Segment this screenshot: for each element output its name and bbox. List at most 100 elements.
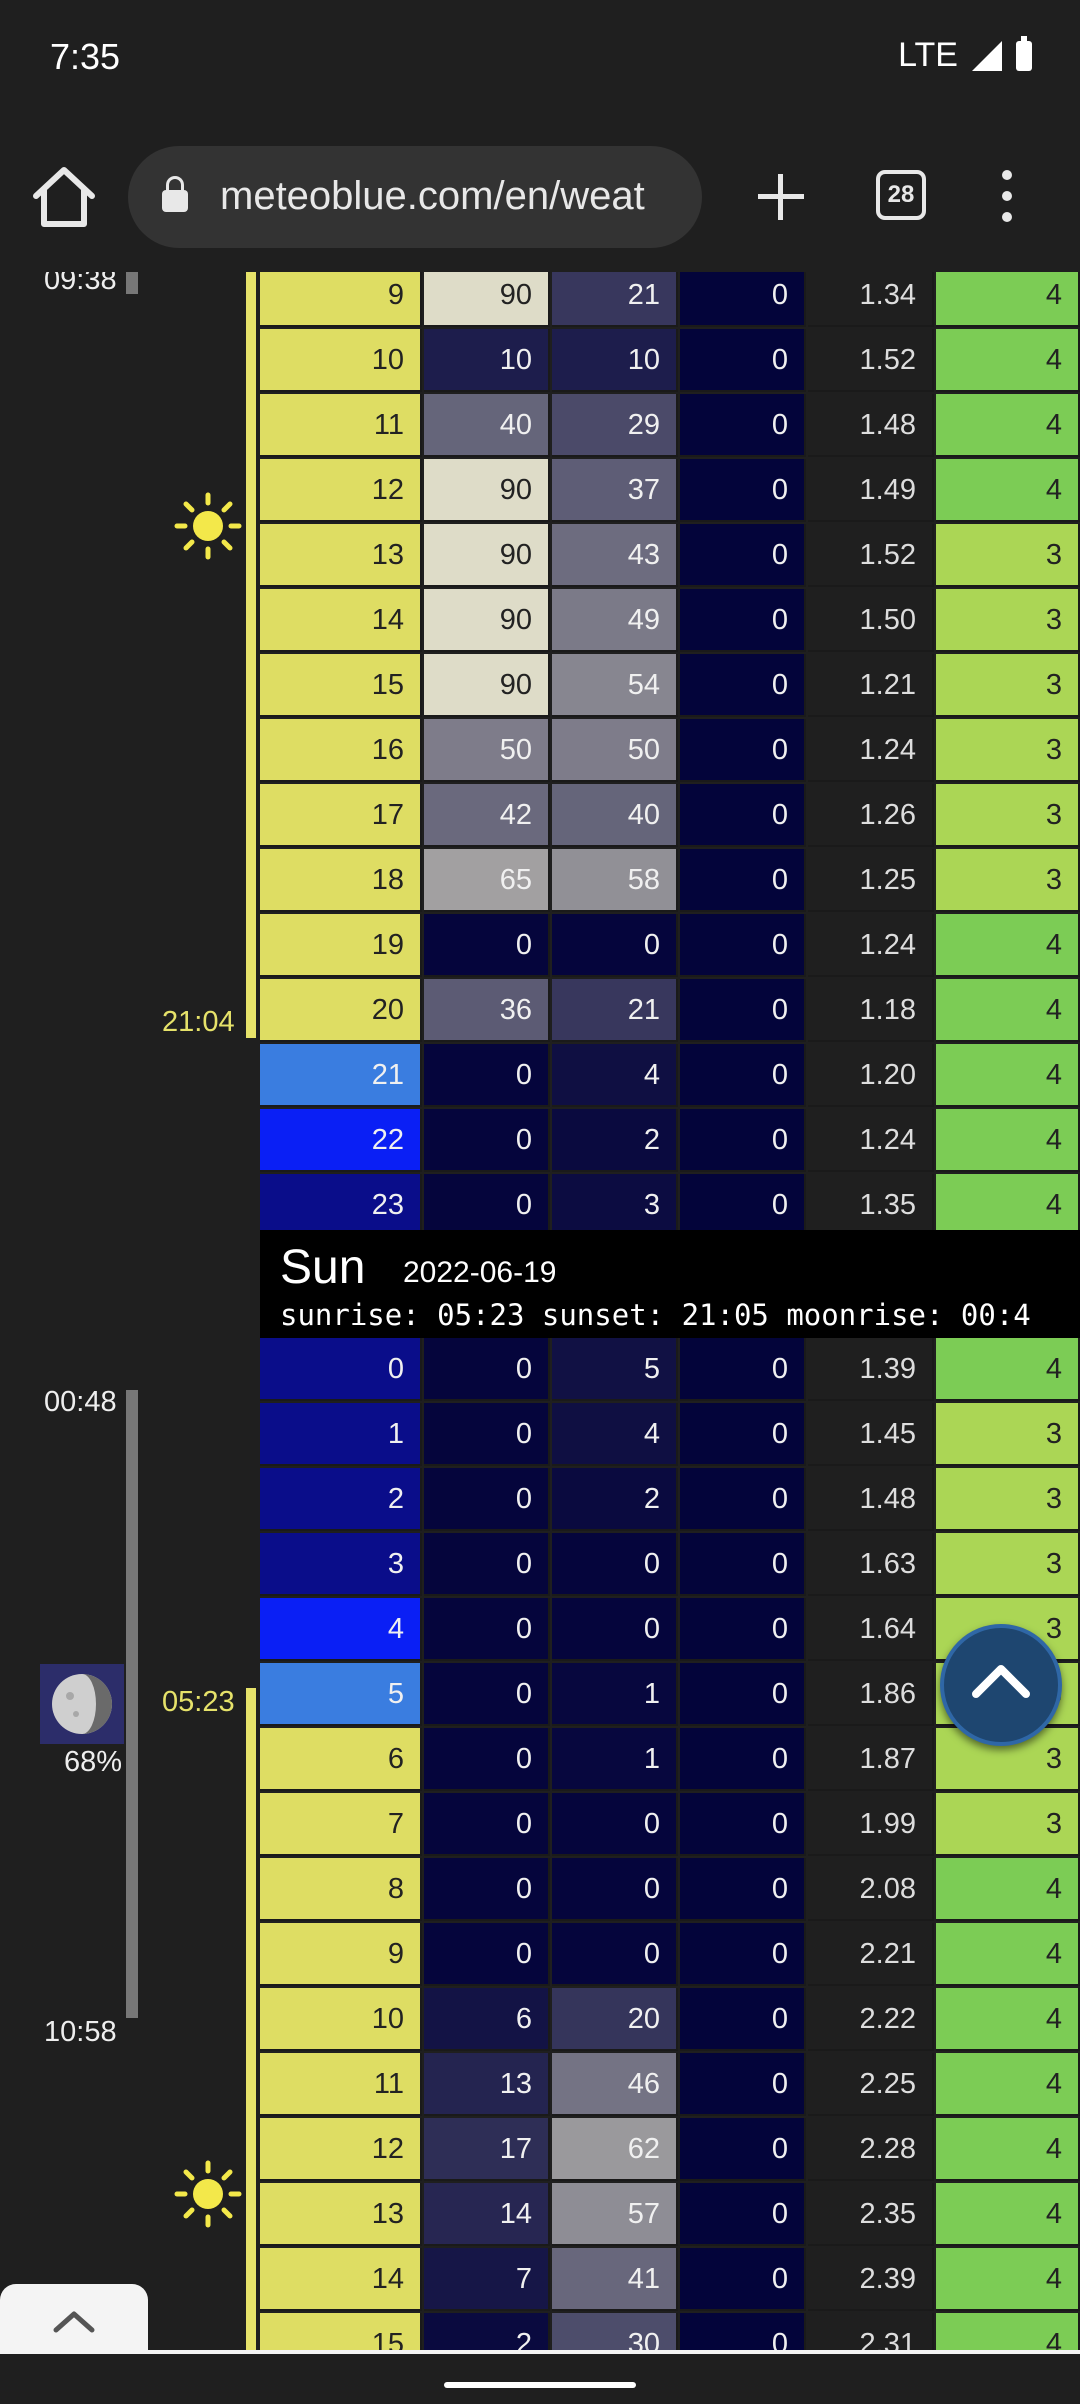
- table-cell-c1: 7: [424, 2248, 550, 2311]
- table-cell-c3: 0: [680, 524, 806, 587]
- home-button[interactable]: [26, 162, 102, 232]
- network-label: LTE: [898, 36, 958, 74]
- table-cell-c3: 0: [680, 654, 806, 717]
- table-cell-hour: 10: [260, 1988, 422, 2051]
- table-cell-c5: 3: [936, 784, 1080, 847]
- table-cell-c3: 0: [680, 2313, 806, 2350]
- table-cell-c5: 3: [936, 849, 1080, 912]
- table-cell-c2: 0: [552, 1533, 678, 1596]
- table-cell-c3: 0: [680, 719, 806, 782]
- table-cell-c1: 0: [424, 1174, 550, 1237]
- table-cell-c5: 4: [936, 979, 1080, 1042]
- table-cell-c1: 0: [424, 1338, 550, 1401]
- table-cell-c3: 0: [680, 1533, 806, 1596]
- table-cell-c2: 40: [552, 784, 678, 847]
- table-cell-c4: 1.50: [808, 589, 934, 652]
- table-cell-c4: 1.24: [808, 1109, 934, 1172]
- table-cell-c1: 10: [424, 329, 550, 392]
- table-cell-hour: 16: [260, 719, 422, 782]
- table-cell-hour: 3: [260, 1533, 422, 1596]
- more-menu-button[interactable]: [992, 168, 1022, 224]
- table-cell-c5: 3: [936, 654, 1080, 717]
- table-cell-hour: 11: [260, 2053, 422, 2116]
- table-row: 14 90 49 0 1.50 3: [260, 589, 1080, 654]
- table-cell-c1: 14: [424, 2183, 550, 2246]
- table-cell-c2: 54: [552, 654, 678, 717]
- table-cell-c3: 0: [680, 1174, 806, 1237]
- table-cell-c5: 3: [936, 719, 1080, 782]
- table-cell-c2: 2: [552, 1109, 678, 1172]
- bottom-sheet-toggle[interactable]: [0, 2284, 148, 2354]
- table-cell-c3: 0: [680, 272, 806, 327]
- table-cell-hour: 15: [260, 654, 422, 717]
- table-cell-c1: 90: [424, 654, 550, 717]
- system-nav-bar: [0, 2350, 1080, 2404]
- moonset-time: 10:58: [44, 2016, 117, 2048]
- table-row: 17 42 40 0 1.26 3: [260, 784, 1080, 849]
- table-cell-c4: 2.21: [808, 1923, 934, 1986]
- table-row: 3 0 0 0 1.63 3: [260, 1533, 1080, 1598]
- table-cell-c1: 50: [424, 719, 550, 782]
- table-cell-c2: 2: [552, 1468, 678, 1531]
- table-cell-c2: 57: [552, 2183, 678, 2246]
- table-cell-c1: 42: [424, 784, 550, 847]
- table-row: 9 90 21 0 1.34 4: [260, 272, 1080, 329]
- table-cell-c4: 2.28: [808, 2118, 934, 2181]
- table-cell-c5: 4: [936, 272, 1080, 327]
- table-cell-c2: 50: [552, 719, 678, 782]
- table-cell-c4: 1.64: [808, 1598, 934, 1661]
- table-cell-c2: 49: [552, 589, 678, 652]
- table-cell-c1: 0: [424, 1663, 550, 1726]
- table-cell-c4: 1.26: [808, 784, 934, 847]
- sun-icon: [174, 2160, 242, 2228]
- table-cell-c2: 20: [552, 1988, 678, 2051]
- table-cell-c4: 1.52: [808, 329, 934, 392]
- table-row: 12 17 62 0 2.28 4: [260, 2118, 1080, 2183]
- moon-phase-icon: [40, 1664, 124, 1744]
- scroll-to-top-button[interactable]: [940, 1624, 1062, 1746]
- sunset-time: 21:04: [162, 1006, 235, 1038]
- table-row: 21 0 4 0 1.20 4: [260, 1044, 1080, 1109]
- table-cell-c5: 3: [936, 1403, 1080, 1466]
- table-cell-c5: 4: [936, 1109, 1080, 1172]
- new-tab-button[interactable]: [750, 166, 810, 226]
- table-cell-c2: 0: [552, 1858, 678, 1921]
- moonrise-time: 00:48: [44, 1386, 117, 1418]
- table-row: 15 90 54 0 1.21 3: [260, 654, 1080, 719]
- battery-icon: [1016, 35, 1032, 71]
- table-cell-c1: 0: [424, 1858, 550, 1921]
- table-cell-c3: 0: [680, 1403, 806, 1466]
- table-cell-c1: 0: [424, 1044, 550, 1107]
- table-cell-c1: 13: [424, 2053, 550, 2116]
- table-cell-c4: 1.35: [808, 1174, 934, 1237]
- table-cell-c1: 2: [424, 2313, 550, 2350]
- table-cell-c4: 1.87: [808, 1728, 934, 1791]
- moon-visibility-bar: [126, 1390, 138, 2018]
- table-cell-c3: 0: [680, 2118, 806, 2181]
- tab-switcher-button[interactable]: 28: [876, 170, 926, 220]
- table-row: 11 13 46 0 2.25 4: [260, 2053, 1080, 2118]
- table-cell-c5: 4: [936, 1338, 1080, 1401]
- table-cell-c3: 0: [680, 1109, 806, 1172]
- table-cell-c2: 21: [552, 272, 678, 327]
- table-cell-c1: 0: [424, 1793, 550, 1856]
- table-cell-c1: 90: [424, 272, 550, 327]
- table-cell-hour: 18: [260, 849, 422, 912]
- table-cell-c5: 4: [936, 329, 1080, 392]
- table-cell-hour: 23: [260, 1174, 422, 1237]
- table-cell-hour: 2: [260, 1468, 422, 1531]
- forecast-content[interactable]: 09:38 21:04 00:48 05:23 68% 10:58 9 90 2…: [0, 272, 1080, 2350]
- table-cell-c5: 4: [936, 2053, 1080, 2116]
- chevron-up-icon: [53, 2311, 95, 2333]
- table-cell-hour: 10: [260, 329, 422, 392]
- gesture-handle[interactable]: [444, 2382, 636, 2388]
- address-bar[interactable]: meteoblue.com/en/weat: [128, 146, 702, 248]
- table-cell-hour: 4: [260, 1598, 422, 1661]
- table-cell-c5: 4: [936, 459, 1080, 522]
- table-cell-c1: 0: [424, 1468, 550, 1531]
- table-cell-c4: 1.21: [808, 654, 934, 717]
- table-cell-c4: 1.63: [808, 1533, 934, 1596]
- table-cell-c4: 1.24: [808, 914, 934, 977]
- table-cell-c5: 4: [936, 2248, 1080, 2311]
- table-row: 14 7 41 0 2.39 4: [260, 2248, 1080, 2313]
